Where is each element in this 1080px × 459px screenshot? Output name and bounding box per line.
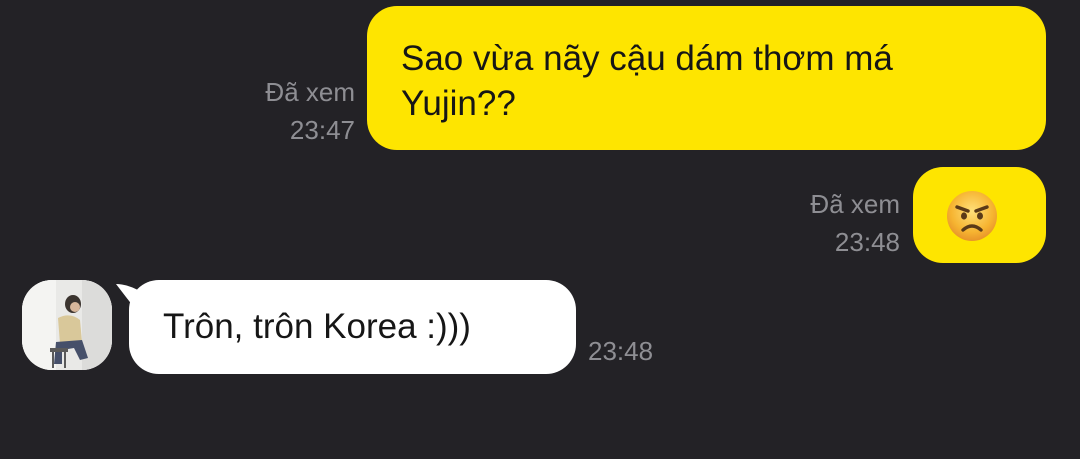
message-time: 23:47 (289, 115, 355, 145)
read-status-text: Đã xem (810, 189, 900, 219)
message-time: 23:48 (588, 336, 654, 366)
message-time: 23:48 (834, 227, 900, 257)
incoming-message-bubble[interactable]: Trôn, trôn Korea :))) (129, 280, 576, 374)
message-text-line-1: Sao vừa nãy cậu dám thơm má (401, 39, 893, 78)
read-receipt-2: Đã xem 23:48 (745, 187, 900, 259)
angry-face-icon (947, 191, 997, 241)
avatar-photo (22, 280, 112, 370)
read-receipt-1: Đã xem 23:47 (200, 75, 355, 147)
outgoing-message-bubble[interactable]: Sao vừa nãy cậu dám thơm má Yujin?? (367, 6, 1046, 150)
contact-avatar[interactable] (22, 280, 112, 370)
message-text-line-2: Yujin?? (401, 84, 516, 123)
message-text: Trôn, trôn Korea :))) (163, 307, 471, 346)
read-status-text: Đã xem (265, 77, 355, 107)
